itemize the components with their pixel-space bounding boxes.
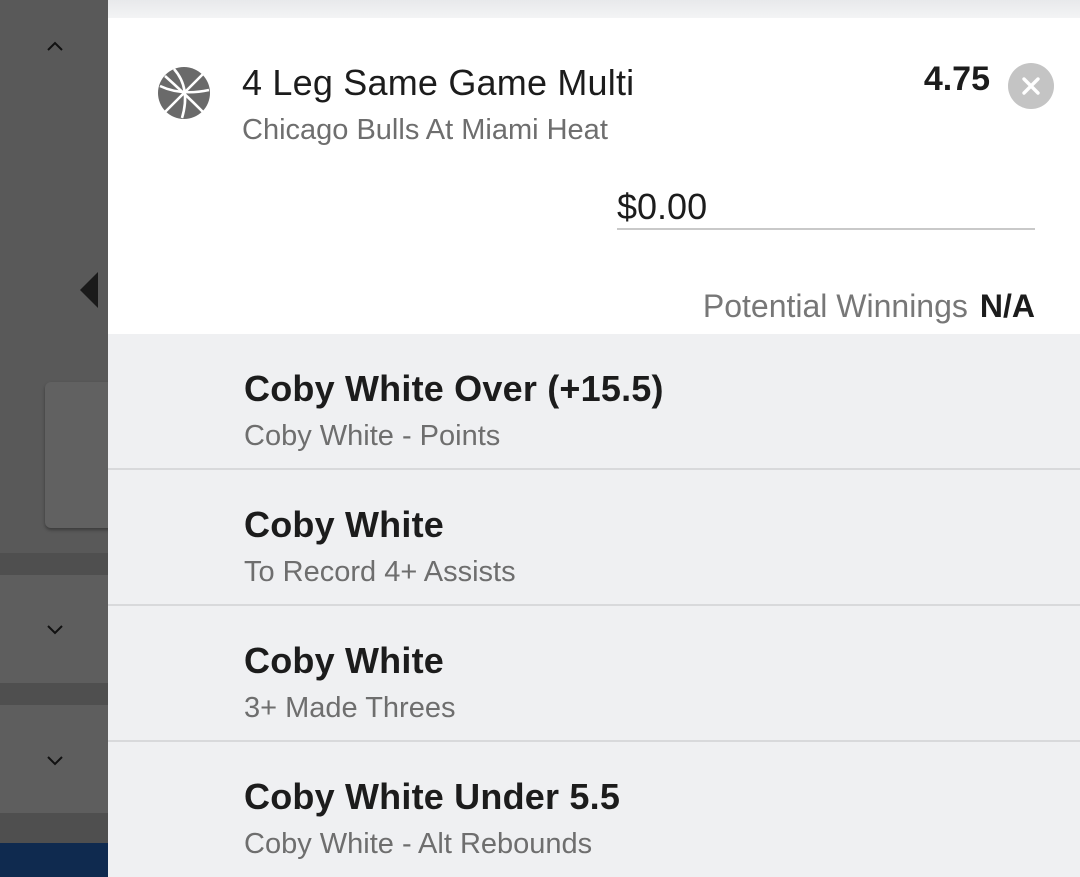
bet-leg: Coby White To Record 4+ Assists bbox=[108, 470, 1080, 606]
basketball-icon bbox=[157, 66, 211, 120]
leg-market: 3+ Made Threes bbox=[244, 692, 456, 724]
bottom-nav-bar bbox=[0, 843, 108, 877]
leg-selection: Coby White bbox=[244, 504, 444, 545]
remove-bet-button[interactable] bbox=[1008, 63, 1054, 109]
leg-selection: Coby White bbox=[244, 640, 444, 681]
event-name: Chicago Bulls At Miami Heat bbox=[242, 114, 608, 146]
leg-market: Coby White - Points bbox=[244, 420, 501, 452]
bet-odds: 4.75 bbox=[923, 60, 990, 98]
chevron-down-icon[interactable] bbox=[42, 747, 68, 773]
leg-selection: Coby White Under 5.5 bbox=[244, 776, 621, 817]
leg-market: To Record 4+ Assists bbox=[244, 556, 516, 588]
bet-leg: Coby White Over (+15.5) Coby White - Poi… bbox=[108, 334, 1080, 470]
bet-header: 4 Leg Same Game Multi Chicago Bulls At M… bbox=[108, 18, 1080, 334]
potential-winnings: Potential Winnings N/A bbox=[703, 288, 1035, 325]
bet-slip-panel: 4 Leg Same Game Multi Chicago Bulls At M… bbox=[108, 0, 1080, 877]
bet-slip-screen: 4 Leg Same Game Multi Chicago Bulls At M… bbox=[0, 0, 1080, 877]
background-overlay[interactable] bbox=[0, 0, 125, 877]
panel-top-edge bbox=[108, 0, 1080, 18]
bet-leg: Coby White 3+ Made Threes bbox=[108, 606, 1080, 742]
bet-title: 4 Leg Same Game Multi bbox=[242, 62, 635, 103]
potential-winnings-label: Potential Winnings bbox=[702, 288, 968, 324]
stake-input[interactable] bbox=[617, 186, 1035, 230]
bet-leg: Coby White Under 5.5 Coby White - Alt Re… bbox=[108, 742, 1080, 877]
potential-winnings-value: N/A bbox=[979, 288, 1035, 324]
collapse-panel-handle[interactable] bbox=[80, 272, 98, 308]
leg-selection: Coby White Over (+15.5) bbox=[244, 368, 664, 409]
chevron-up-icon[interactable] bbox=[42, 34, 68, 60]
bet-legs-list: Coby White Over (+15.5) Coby White - Poi… bbox=[108, 334, 1080, 877]
leg-market: Coby White - Alt Rebounds bbox=[244, 828, 593, 860]
close-icon bbox=[1022, 77, 1040, 95]
chevron-down-icon[interactable] bbox=[42, 616, 68, 642]
